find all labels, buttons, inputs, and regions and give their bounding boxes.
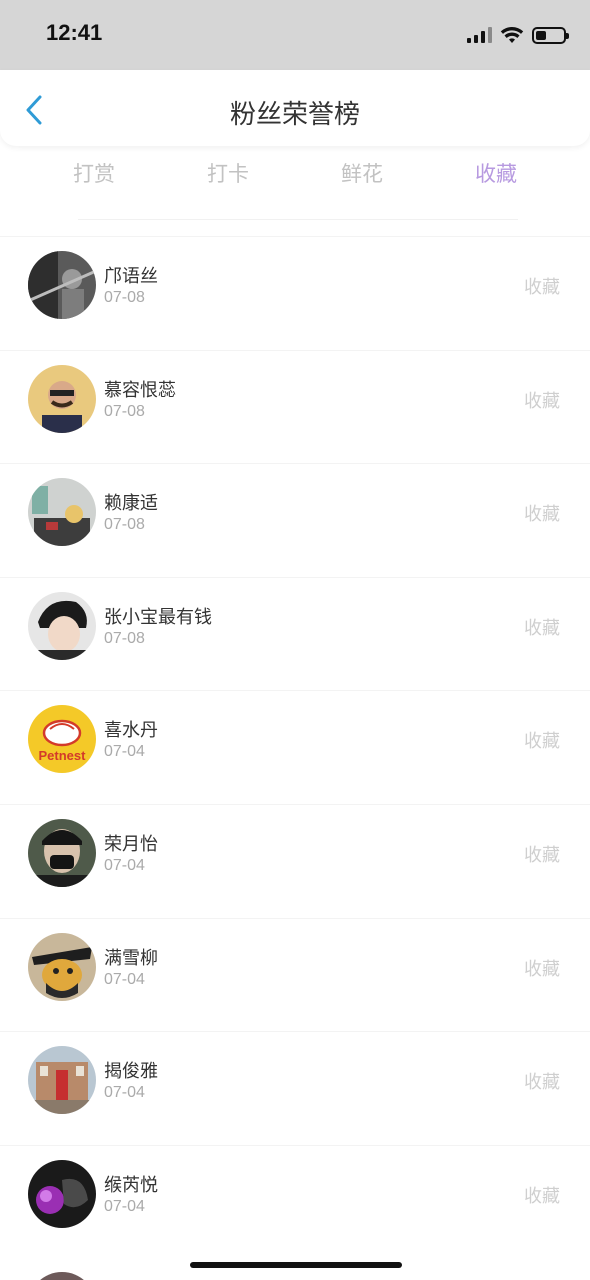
fan-date: 07-04 [104, 743, 145, 761]
fan-name: 满雪柳 [104, 947, 158, 969]
fan-action: 收藏 [524, 390, 560, 412]
battery-icon [532, 26, 569, 44]
list-item[interactable]: 满雪柳 07-04 收藏 [0, 917, 590, 1032]
status-icons [467, 24, 569, 46]
page-title: 粉丝荣誉榜 [229, 100, 360, 130]
fan-date: 07-08 [104, 402, 145, 420]
cellular-signal-icon [467, 27, 492, 43]
fan-date: 07-08 [104, 289, 145, 306]
avatar [28, 932, 96, 1001]
nav-bar: 粉丝荣誉榜 [0, 70, 590, 146]
fan-name: 缑芮悦 [104, 1174, 158, 1196]
avatar [28, 1046, 96, 1115]
list-item[interactable]: 揭俊雅 07-04 收藏 [0, 1031, 590, 1145]
avatar [28, 478, 96, 547]
fan-date: 07-04 [104, 970, 145, 988]
fan-action: 收藏 [524, 617, 560, 639]
fan-name: 邝语丝 [104, 266, 158, 287]
fan-action: 收藏 [524, 504, 560, 526]
fan-date: 07-08 [104, 516, 145, 534]
fan-action: 收藏 [524, 958, 560, 980]
list-item[interactable]: 邝语丝 07-08 收藏 [0, 236, 590, 350]
tab-checkin[interactable]: 打卡 [161, 156, 295, 196]
fan-name: 赖康适 [104, 493, 158, 515]
wifi-icon [500, 27, 524, 43]
fan-date: 07-04 [104, 1197, 145, 1215]
fan-action: 收藏 [524, 731, 560, 753]
status-time: 12:41 [46, 20, 103, 45]
list-item[interactable]: 赖康适 07-08 收藏 [0, 463, 590, 577]
fan-date: 07-08 [104, 629, 145, 647]
list-item[interactable]: 张小宝最有钱 07-08 收藏 [0, 576, 590, 691]
fan-name: 张小宝最有钱 [104, 606, 212, 628]
svg-text:Petnest: Petnest [39, 748, 87, 763]
avatar [28, 364, 96, 433]
avatar [28, 818, 96, 887]
fan-name: 揭俊雅 [104, 1061, 158, 1083]
fan-list: 邝语丝 07-08 收藏 慕容恨蕊 07-08 收藏 赖康适 07-08 收藏 … [0, 236, 590, 1258]
list-item[interactable]: 荣月怡 07-04 收藏 [0, 803, 590, 918]
fan-date: 07-04 [104, 856, 145, 874]
tab-flowers[interactable]: 鲜花 [295, 156, 429, 196]
avatar [28, 1272, 96, 1280]
fan-action: 收藏 [524, 844, 560, 866]
status-bar: 12:41 [0, 0, 590, 70]
avatar [28, 591, 96, 660]
avatar [28, 251, 96, 319]
fan-name: 喜水丹 [104, 720, 158, 742]
fan-name: 荣月怡 [104, 833, 158, 855]
fan-name: 慕容恨蕊 [104, 379, 176, 401]
home-indicator [190, 1262, 402, 1268]
avatar: Petnest [28, 705, 96, 774]
tab-reward[interactable]: 打赏 [27, 156, 161, 196]
tab-favorites[interactable]: 收藏 [429, 156, 563, 196]
fan-action: 收藏 [524, 1185, 560, 1207]
fan-date: 07-04 [104, 1084, 145, 1102]
list-item[interactable]: Petnest 喜水丹 07-04 收藏 [0, 690, 590, 804]
avatar [28, 1159, 96, 1228]
list-item[interactable]: 慕容恨蕊 07-08 收藏 [0, 349, 590, 464]
fan-action: 收藏 [524, 1072, 560, 1094]
list-item[interactable]: 缑芮悦 07-04 收藏 [0, 1144, 590, 1259]
tab-bar: 打赏 打卡 鲜花 收藏 [27, 156, 563, 196]
tabs-divider [78, 219, 518, 220]
fan-action: 收藏 [524, 277, 560, 298]
